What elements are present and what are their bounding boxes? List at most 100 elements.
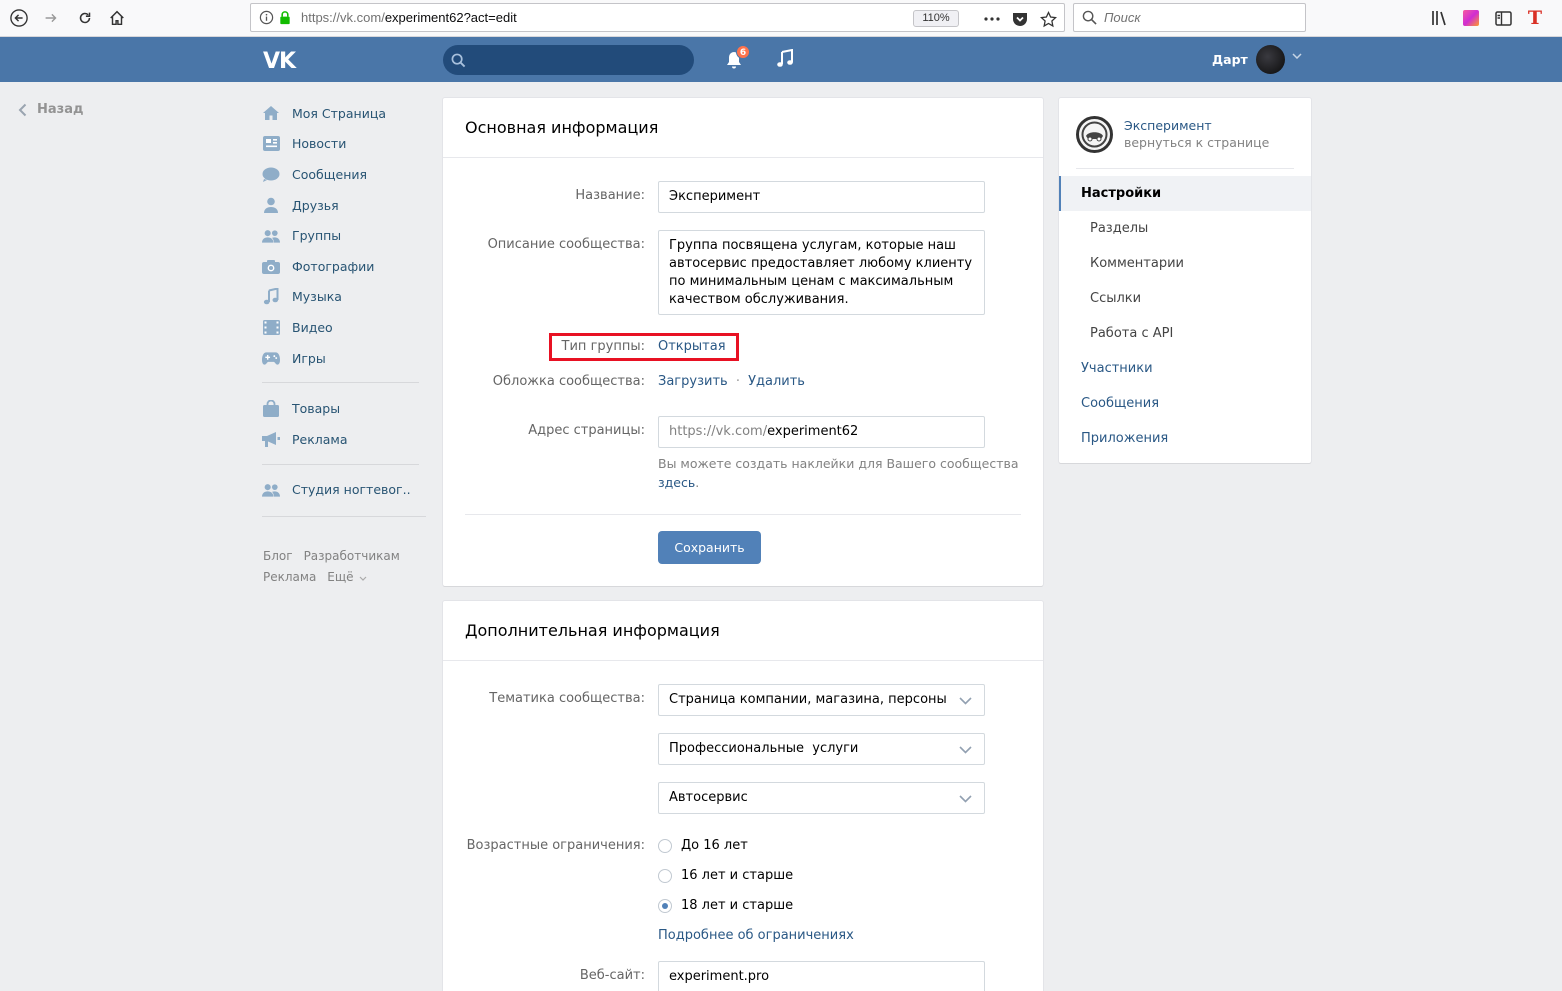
nav-label: Приложения — [1081, 431, 1169, 446]
menu-label: Сообщения — [292, 166, 368, 182]
menu-item-community[interactable]: Студия ногтевог.. — [262, 475, 428, 506]
card-title: Дополнительная информация — [443, 601, 1043, 661]
address-prefix: https://vk.com/ — [669, 424, 768, 439]
nav-label: Разделы — [1090, 221, 1149, 236]
nav-item-links[interactable]: Ссылки — [1059, 281, 1311, 316]
sticker-link[interactable]: здесь — [658, 475, 695, 490]
footer-link-blog[interactable]: Блог — [263, 549, 293, 563]
reload-icon[interactable] — [72, 6, 98, 30]
zoom-level[interactable]: 110% — [913, 10, 959, 27]
address-field[interactable]: https://vk.com/experiment62 — [658, 416, 985, 448]
forward-arrow-icon[interactable] — [38, 6, 64, 30]
age-radio-18plus[interactable]: 18 лет и старше — [658, 898, 793, 913]
footer-link-developers[interactable]: Разработчикам — [304, 549, 400, 563]
nav-label: Участники — [1081, 361, 1153, 376]
menu-item-games[interactable]: Игры — [262, 343, 428, 374]
group-back-link[interactable]: вернуться к странице — [1124, 135, 1269, 150]
menu-item-my-page[interactable]: Моя Страница — [262, 98, 428, 129]
radio-label: До 16 лет — [681, 838, 748, 853]
address-label: Адрес страницы: — [528, 423, 645, 438]
messages-icon — [262, 166, 280, 182]
nav-item-messages[interactable]: Сообщения — [1059, 386, 1311, 421]
menu-item-news[interactable]: Новости — [262, 129, 428, 160]
footer-link-ads[interactable]: Реклама — [263, 570, 316, 584]
menu-item-photos[interactable]: Фотографии — [262, 251, 428, 282]
home-icon[interactable] — [104, 6, 130, 30]
menu-item-goods[interactable]: Товары — [262, 393, 428, 424]
groups-icon — [262, 228, 280, 244]
nav-divider — [1076, 168, 1294, 169]
music-icon — [262, 288, 280, 305]
shop-bag-icon — [262, 400, 280, 418]
nav-item-api[interactable]: Работа с API — [1059, 316, 1311, 351]
highlight-frame — [549, 333, 739, 361]
back-link[interactable]: Назад — [18, 102, 83, 117]
description-field[interactable]: Группа посвящена услугам, которые наш ав… — [658, 230, 985, 315]
nav-item-comments[interactable]: Комментарии — [1059, 246, 1311, 281]
community-icon — [262, 482, 280, 498]
settings-nav: Эксперимент вернуться к странице Настрой… — [1059, 98, 1311, 463]
pocket-icon[interactable] — [1011, 10, 1029, 28]
more-dots-icon[interactable] — [983, 10, 1001, 28]
translate-t-icon[interactable]: T — [1525, 8, 1545, 28]
nav-item-members[interactable]: Участники — [1059, 351, 1311, 386]
cover-delete-link[interactable]: Удалить — [748, 374, 805, 389]
menu-footer: Блог Разработчикам Реклама Ещё — [263, 546, 433, 588]
search-placeholder: Поиск — [1104, 10, 1141, 25]
nav-item-apps[interactable]: Приложения — [1059, 421, 1311, 456]
menu-item-groups[interactable]: Группы — [262, 220, 428, 251]
chevron-down-icon[interactable] — [1292, 53, 1302, 59]
radio-circle-selected — [658, 898, 672, 913]
footer-link-more[interactable]: Ещё — [327, 570, 353, 584]
library-icon[interactable] — [1430, 8, 1450, 28]
bookmark-star-icon[interactable] — [1039, 10, 1057, 28]
group-name-link[interactable]: Эксперимент — [1124, 118, 1212, 133]
menu-item-music[interactable]: Музыка — [262, 282, 428, 313]
menu-divider — [262, 516, 426, 518]
info-icon[interactable] — [259, 10, 274, 25]
nav-item-settings[interactable]: Настройки — [1059, 176, 1311, 211]
url-text: https://vk.com/experiment62?act=edit — [301, 10, 517, 25]
topic-select-3[interactable]: Автосервис — [658, 782, 985, 814]
website-field[interactable]: experiment.pro — [658, 961, 985, 991]
car-logo-icon — [1081, 121, 1108, 148]
menu-item-ads[interactable]: Реклама — [262, 424, 428, 455]
chevron-down-icon — [359, 576, 367, 581]
friends-icon — [262, 197, 280, 214]
gamepad-icon — [262, 350, 280, 366]
nav-label: Сообщения — [1081, 396, 1160, 411]
topic-select-2[interactable]: Профессиональные услуги — [658, 733, 985, 765]
music-icon[interactable] — [775, 49, 795, 69]
radio-circle — [658, 838, 672, 853]
browser-search-input[interactable]: Поиск — [1073, 3, 1306, 32]
age-radio-under16[interactable]: До 16 лет — [658, 838, 748, 853]
back-arrow-icon[interactable] — [6, 6, 32, 30]
sidebar-icon[interactable] — [1493, 8, 1513, 28]
save-button[interactable]: Сохранить — [658, 531, 761, 564]
left-menu: Моя Страница Новости Сообщения Друзья Гр… — [262, 98, 428, 527]
name-field[interactable]: Эксперимент — [658, 181, 985, 213]
topic-select-1[interactable]: Страница компании, магазина, персоны — [658, 684, 985, 716]
browser-toolbar: https://vk.com/experiment62?act=edit 110… — [0, 0, 1562, 37]
group-avatar[interactable] — [1076, 116, 1113, 153]
cover-separator: · — [735, 374, 740, 389]
extension-icon[interactable] — [1461, 8, 1481, 28]
cover-actions: Загрузить · Удалить — [658, 374, 805, 389]
vk-logo[interactable]: VK — [263, 49, 296, 74]
age-radio-16plus[interactable]: 16 лет и старше — [658, 868, 793, 883]
menu-label: Музыка — [292, 289, 342, 305]
cover-upload-link[interactable]: Загрузить — [658, 374, 728, 389]
footer-more[interactable]: Ещё — [327, 570, 367, 584]
age-more-link[interactable]: Подробнее об ограничениях — [658, 928, 854, 943]
chevron-left-icon — [18, 103, 27, 116]
menu-item-friends[interactable]: Друзья — [262, 190, 428, 221]
avatar[interactable] — [1256, 45, 1285, 74]
nav-item-sections[interactable]: Разделы — [1059, 211, 1311, 246]
vk-search-input[interactable] — [443, 45, 694, 75]
nav-label: Настройки — [1081, 186, 1162, 201]
address-bar[interactable]: https://vk.com/experiment62?act=edit 110… — [250, 3, 1065, 32]
menu-item-video[interactable]: Видео — [262, 312, 428, 343]
sticker-hint-text: Вы можете создать наклейки для Вашего со… — [658, 456, 1019, 471]
menu-item-messages[interactable]: Сообщения — [262, 159, 428, 190]
user-name[interactable]: Дарт — [1212, 52, 1248, 67]
